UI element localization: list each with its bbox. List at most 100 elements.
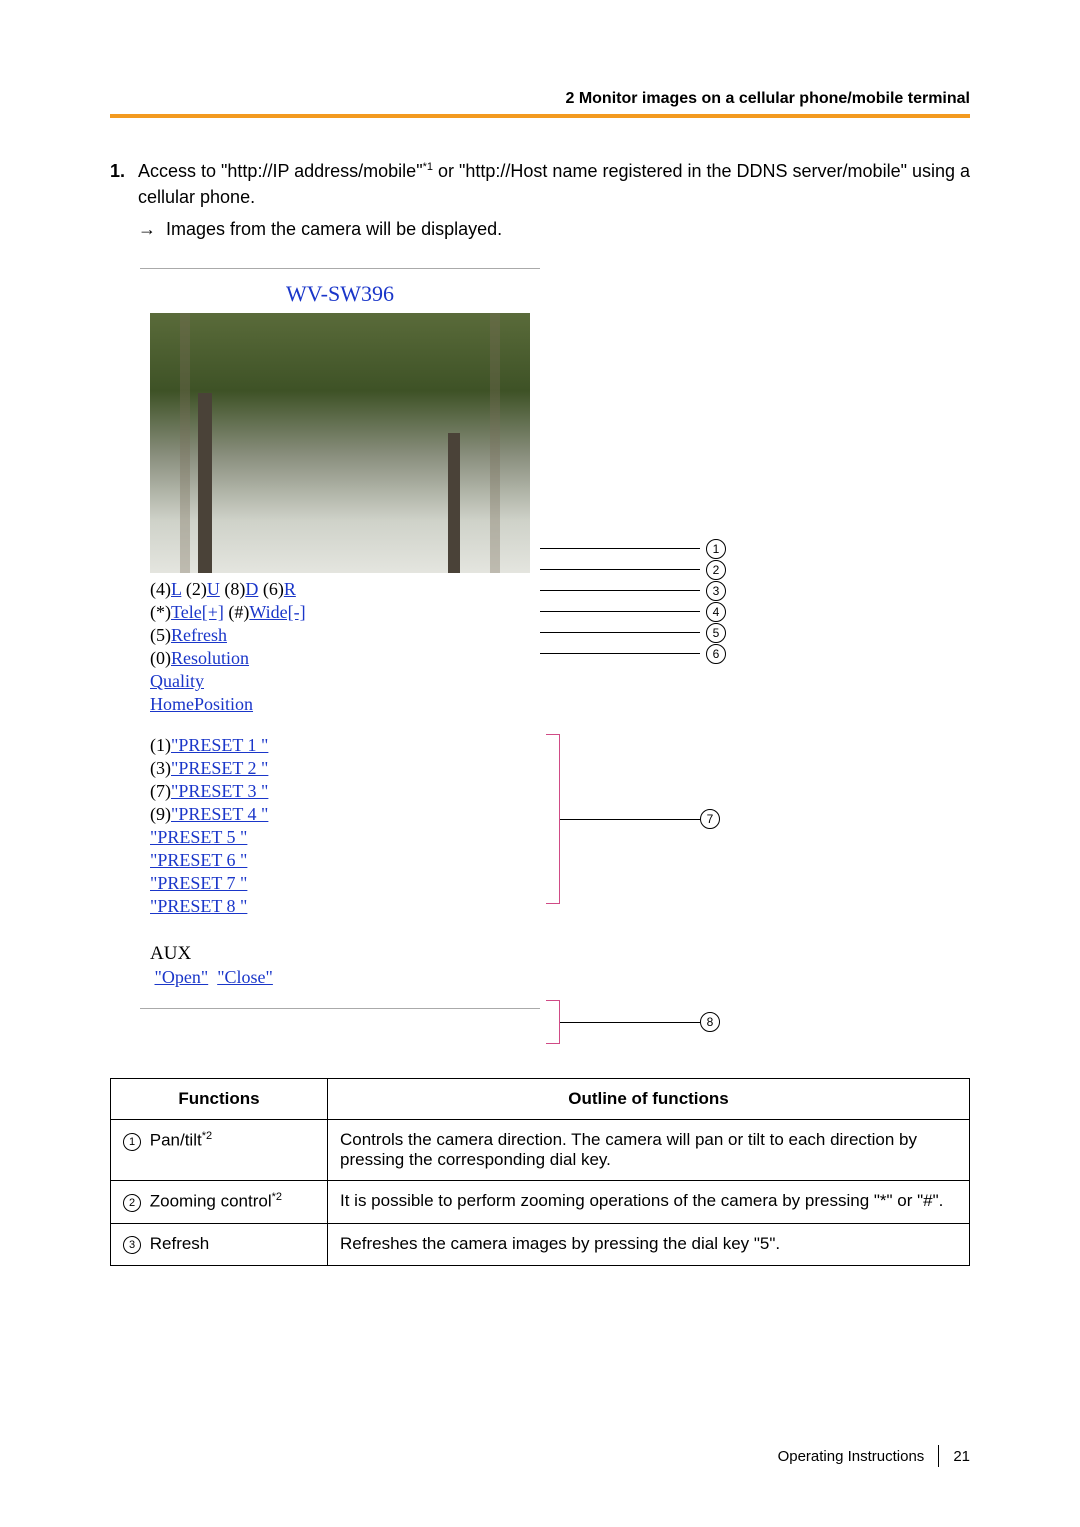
zoom-tele-link[interactable]: Tele[+] <box>171 602 224 622</box>
key-star: (*) <box>150 602 171 622</box>
callout-number-icon: 4 <box>706 602 726 622</box>
callout: 5 <box>540 622 726 643</box>
header-rule <box>110 114 970 118</box>
key-6: (6) <box>258 579 284 599</box>
callout: 3 <box>540 580 726 601</box>
preset-link[interactable]: "PRESET 2 " <box>171 758 268 778</box>
callout-leader <box>540 590 700 591</box>
step-body: Access to "http://IP address/mobile"*1 o… <box>138 158 970 242</box>
callout-column: 1 2 3 4 5 6 7 8 <box>540 268 726 1044</box>
preset-link[interactable]: "PRESET 8 " <box>150 896 247 916</box>
footnote-ref-1: *1 <box>423 161 433 173</box>
row-number-icon: 3 <box>123 1236 141 1254</box>
footnote-ref-2: *2 <box>202 1130 212 1142</box>
camera-image <box>150 313 530 573</box>
tilt-up-link[interactable]: U <box>207 579 220 599</box>
callout-number-icon: 2 <box>706 560 726 580</box>
callout-number-icon: 8 <box>700 1012 720 1032</box>
aux-open-link[interactable]: "Open" <box>155 967 209 987</box>
key-8: (8) <box>220 579 246 599</box>
key-5: (5) <box>150 625 171 645</box>
refresh-row: (5)Refresh <box>150 625 530 646</box>
callout-leader <box>560 1022 700 1023</box>
callout: 1 <box>540 538 726 559</box>
preset-key: (3) <box>150 758 171 778</box>
refresh-link[interactable]: Refresh <box>171 625 227 645</box>
col-functions: Functions <box>111 1079 328 1120</box>
camera-model-title: WV-SW396 <box>150 281 530 307</box>
page: 2 Monitor images on a cellular phone/mob… <box>0 0 1080 1527</box>
key-hash: (#) <box>224 602 250 622</box>
zoom-wide-link[interactable]: Wide[-] <box>249 602 305 622</box>
table-row: 1 Pan/tilt*2 Controls the camera directi… <box>111 1120 970 1181</box>
callout: 7 <box>540 734 726 904</box>
callout-number-icon: 3 <box>706 581 726 601</box>
callout: 4 <box>540 601 726 622</box>
func-desc: It is possible to perform zooming operat… <box>328 1181 970 1224</box>
step-1: 1. Access to "http://IP address/mobile"*… <box>110 158 970 242</box>
photo-post <box>448 433 460 573</box>
home-position-link[interactable]: HomePosition <box>150 694 253 714</box>
preset-link[interactable]: "PRESET 1 " <box>171 735 268 755</box>
pan-left-link[interactable]: L <box>171 579 181 599</box>
aux-title: AUX <box>150 943 530 965</box>
quality-link[interactable]: Quality <box>150 671 204 691</box>
step-result: Images from the camera will be displayed… <box>166 219 502 239</box>
preset-key: (7) <box>150 781 171 801</box>
footnote-ref-2: *2 <box>272 1191 282 1203</box>
col-outline: Outline of functions <box>328 1079 970 1120</box>
callout-number-icon: 1 <box>706 539 726 559</box>
table-header-row: Functions Outline of functions <box>111 1079 970 1120</box>
row-number-icon: 1 <box>123 1133 141 1151</box>
table-row: 2 Zooming control*2 It is possible to pe… <box>111 1181 970 1224</box>
key-2: (2) <box>181 579 207 599</box>
callout-leader <box>540 653 700 654</box>
key-0: (0) <box>150 648 171 668</box>
doc-title: Operating Instructions <box>778 1448 925 1465</box>
step-text-a: Access to "http://IP address/mobile" <box>138 161 423 181</box>
func-desc: Controls the camera direction. The camer… <box>328 1120 970 1181</box>
callout: 6 <box>540 643 726 664</box>
resolution-row: (0)Resolution <box>150 648 530 669</box>
aux-close-link[interactable]: "Close" <box>217 967 273 987</box>
zoom-row: (*)Tele[+] (#)Wide[-] <box>150 602 530 623</box>
resolution-link[interactable]: Resolution <box>171 648 249 668</box>
func-name: Pan/tilt <box>150 1131 202 1150</box>
callout: 2 <box>540 559 726 580</box>
key-4: (4) <box>150 579 171 599</box>
preset-link[interactable]: "PRESET 3 " <box>171 781 268 801</box>
pan-right-link[interactable]: R <box>284 579 296 599</box>
preset-key: (9) <box>150 804 171 824</box>
preset-link[interactable]: "PRESET 5 " <box>150 827 247 847</box>
callout-number-icon: 6 <box>706 644 726 664</box>
phone-screenshot-figure: WV-SW396 (4)L (2)U (8)D (6)R (*)Tele[+] … <box>140 268 970 1044</box>
footer-separator <box>938 1445 939 1467</box>
arrow-icon: → <box>138 219 156 239</box>
tilt-down-link[interactable]: D <box>245 579 258 599</box>
page-number: 21 <box>953 1448 970 1465</box>
page-footer: Operating Instructions 21 <box>778 1445 970 1467</box>
callout-bracket <box>440 1000 560 1044</box>
preset-key: (1) <box>150 735 171 755</box>
callout-number-icon: 5 <box>706 623 726 643</box>
callout-leader <box>540 548 700 549</box>
callout-leader <box>540 632 700 633</box>
functions-table: Functions Outline of functions 1 Pan/til… <box>110 1078 970 1266</box>
step-number: 1. <box>110 158 138 242</box>
photo-post <box>198 393 212 573</box>
callout-leader <box>540 569 700 570</box>
preset-link[interactable]: "PRESET 4 " <box>171 804 268 824</box>
preset-link[interactable]: "PRESET 7 " <box>150 873 247 893</box>
row-number-icon: 2 <box>123 1194 141 1212</box>
callout-number-icon: 7 <box>700 809 720 829</box>
preset-link[interactable]: "PRESET 6 " <box>150 850 247 870</box>
section-header: 2 Monitor images on a cellular phone/mob… <box>110 90 970 108</box>
callout: 8 <box>540 1000 726 1044</box>
pan-tilt-row: (4)L (2)U (8)D (6)R <box>150 579 530 600</box>
func-name: Zooming control <box>150 1192 272 1211</box>
callout-leader <box>560 819 700 820</box>
func-name: Refresh <box>150 1234 210 1253</box>
callout-bracket <box>420 734 560 904</box>
func-desc: Refreshes the camera images by pressing … <box>328 1223 970 1265</box>
table-row: 3 Refresh Refreshes the camera images by… <box>111 1223 970 1265</box>
